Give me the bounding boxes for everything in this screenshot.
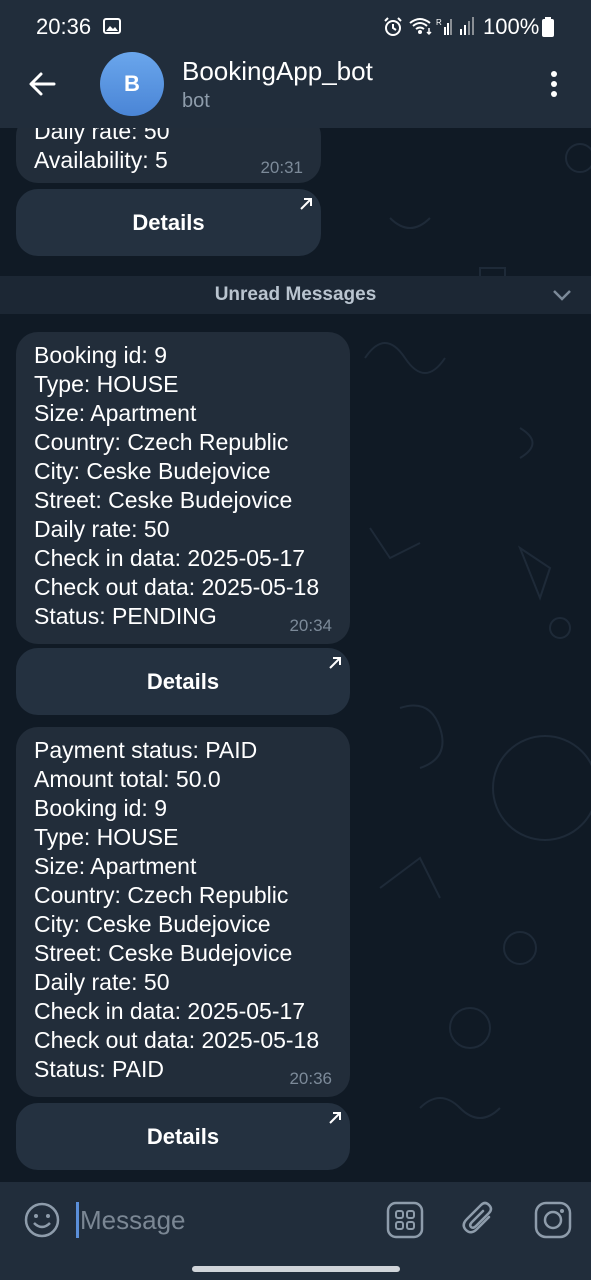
- message-line: City: Ceske Budejovice: [34, 458, 271, 484]
- details-button[interactable]: Details: [16, 1103, 350, 1170]
- message-line: Street: Ceske Budejovice: [34, 940, 293, 966]
- text-cursor: [76, 1202, 79, 1238]
- message-bubble: Daily rate: 50 Availability: 5 20:31: [16, 128, 321, 183]
- camera-icon[interactable]: [534, 1201, 572, 1239]
- bot-avatar[interactable]: B: [100, 52, 164, 116]
- message-composer: [0, 1182, 591, 1258]
- message-line: Size: Apartment: [34, 400, 197, 426]
- message-line: Daily rate: 50: [34, 516, 170, 542]
- battery-icon: [542, 17, 554, 37]
- home-gesture-handle[interactable]: [192, 1266, 400, 1272]
- message-time: 20:36: [289, 1069, 332, 1088]
- details-button-label: Details: [132, 210, 205, 235]
- message-input[interactable]: [80, 1200, 370, 1240]
- message-line: Amount total: 50.0: [34, 766, 221, 792]
- message-line: Street: Ceske Budejovice: [34, 487, 293, 513]
- message-line: Type: HOUSE: [34, 371, 179, 397]
- message-time: 20:31: [260, 158, 303, 177]
- message-line: Booking id: 9: [34, 342, 167, 368]
- status-time: 20:36: [36, 14, 92, 39]
- message-line: Status: PAID: [34, 1056, 164, 1082]
- navigation-bar: [0, 1258, 591, 1280]
- message-line: Payment status: PAID: [34, 737, 258, 763]
- unread-messages-label: Unread Messages: [214, 284, 377, 305]
- message-line: Daily rate: 50: [34, 969, 170, 995]
- message-time: 20:34: [289, 616, 332, 635]
- image-notification-icon: [103, 18, 121, 34]
- message-line: Daily rate: 50: [34, 128, 170, 144]
- back-arrow-icon[interactable]: [22, 68, 62, 100]
- message-line: Booking id: 9: [34, 795, 167, 821]
- chat-title[interactable]: BookingApp_bot: [182, 56, 373, 87]
- message-line: Status: PENDING: [34, 603, 217, 629]
- message-line: Check in data: 2025-05-17: [34, 998, 306, 1024]
- message-line: Check out data: 2025-05-18: [34, 574, 320, 600]
- message-line: Size: Apartment: [34, 853, 197, 879]
- chat-header: B BookingApp_bot bot: [0, 52, 591, 128]
- message-line: Check out data: 2025-05-18: [34, 1027, 320, 1053]
- alarm-icon: [384, 17, 402, 36]
- arrow-up-right-icon: [300, 198, 312, 210]
- details-button-label: Details: [146, 669, 220, 694]
- chat-history[interactable]: Daily rate: 50 Availability: 5 20:31 Det…: [0, 128, 591, 1182]
- details-button-label: Details: [146, 1124, 220, 1149]
- details-button[interactable]: Details: [16, 648, 350, 715]
- message-line: Country: Czech Republic: [34, 882, 289, 908]
- message-bubble: Payment status: PAID Amount total: 50.0 …: [16, 727, 350, 1097]
- message-line: Country: Czech Republic: [34, 429, 289, 455]
- message-line: Type: HOUSE: [34, 824, 179, 850]
- svg-text:R: R: [436, 18, 442, 27]
- grid-menu-icon[interactable]: [386, 1201, 424, 1239]
- unread-messages-divider: Unread Messages: [0, 276, 591, 314]
- smiley-icon[interactable]: [23, 1201, 61, 1239]
- status-bar: 20:36 R 100%: [0, 0, 591, 52]
- details-button[interactable]: Details: [16, 189, 321, 256]
- chevron-down-icon[interactable]: [552, 288, 572, 302]
- chat-subtitle: bot: [182, 90, 210, 112]
- message-line: Check in data: 2025-05-17: [34, 545, 306, 571]
- signal-sim2-icon: [460, 17, 474, 35]
- message-line: City: Ceske Budejovice: [34, 911, 271, 937]
- more-vertical-icon[interactable]: [544, 68, 564, 100]
- battery-percent: 100%: [483, 14, 540, 39]
- arrow-up-right-icon: [329, 657, 341, 669]
- arrow-up-right-icon: [329, 1112, 341, 1124]
- wifi-icon: [409, 18, 432, 36]
- signal-sim1-icon: R: [436, 18, 452, 35]
- message-bubble: Booking id: 9 Type: HOUSE Size: Apartmen…: [16, 332, 350, 644]
- message-line: Availability: 5: [34, 147, 168, 173]
- paperclip-icon[interactable]: [461, 1199, 499, 1239]
